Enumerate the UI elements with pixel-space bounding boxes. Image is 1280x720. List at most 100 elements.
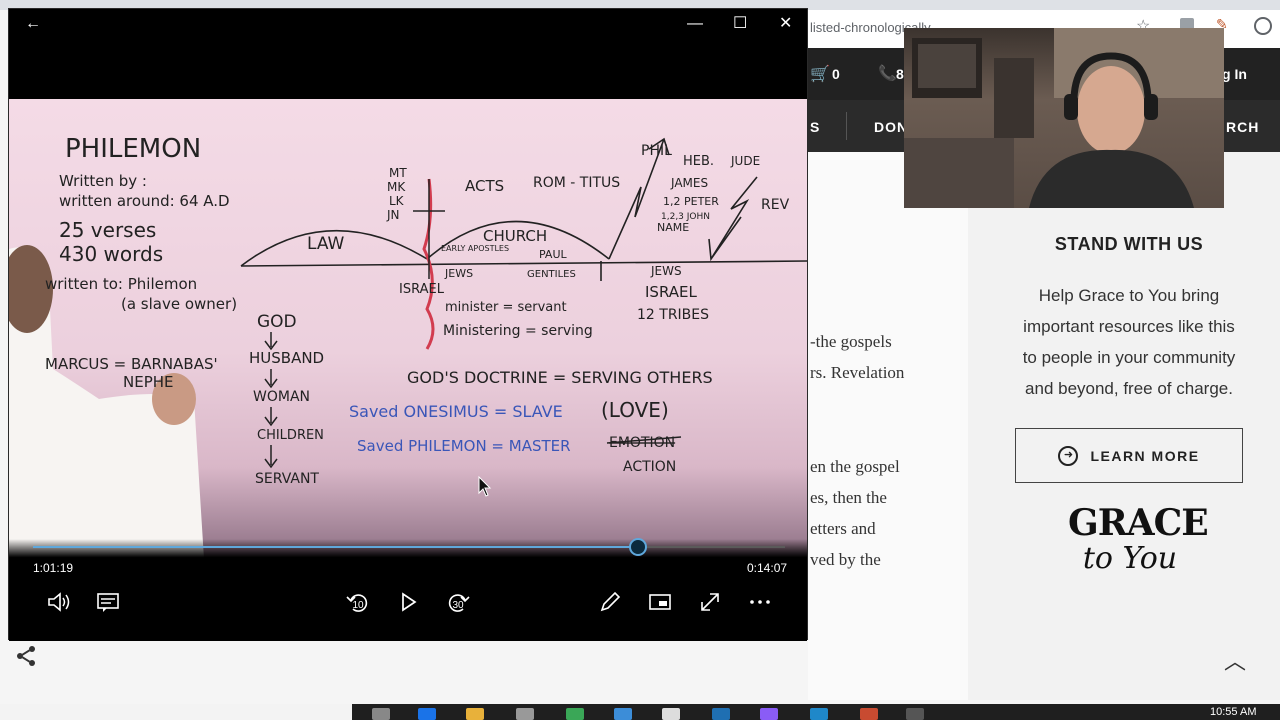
paul-label: PAUL xyxy=(539,248,568,261)
nav-divider xyxy=(846,112,847,140)
movies-tv-icon[interactable] xyxy=(906,708,924,720)
video-player-window: ← — ☐ ✕ PHILEMON Written by : written ar… xyxy=(8,8,808,641)
store-icon[interactable] xyxy=(516,708,534,720)
learn-more-button[interactable]: ➜ LEARN MORE xyxy=(1015,428,1243,483)
sidebar-text: important resources like this xyxy=(1023,317,1235,336)
action-label: ACTION xyxy=(623,459,676,475)
phone-number[interactable]: 8 xyxy=(896,66,904,82)
tribes-label: 12 TRIBES xyxy=(637,307,709,323)
cart-count[interactable]: 0 xyxy=(832,66,840,82)
skip-back-seconds: 10 xyxy=(352,600,364,611)
webcam-overlay xyxy=(904,28,1224,208)
phil-label: PHIL xyxy=(641,143,672,159)
fullscreen-icon[interactable] xyxy=(695,587,725,617)
board-note: MARCUS = BARNABAS' xyxy=(45,355,218,373)
taskbar-search-box[interactable] xyxy=(0,704,352,720)
love-label: (LOVE) xyxy=(601,398,669,422)
church-label: CHURCH xyxy=(483,227,547,245)
minister-note: Ministering = serving xyxy=(443,323,593,339)
mouse-cursor-icon xyxy=(478,476,492,497)
subtitles-icon[interactable] xyxy=(93,587,123,617)
edge-icon[interactable] xyxy=(418,708,436,720)
logo-wordmark-bottom: to You xyxy=(1082,541,1178,576)
chain-item: HUSBAND xyxy=(249,349,324,367)
skip-back-icon[interactable]: 10 xyxy=(343,587,373,617)
rev-label: REV xyxy=(761,197,790,213)
chain-item: SERVANT xyxy=(255,471,319,487)
share-icon[interactable] xyxy=(14,644,38,668)
rom-titus-label: ROM - TITUS xyxy=(533,175,620,191)
more-options-icon[interactable] xyxy=(745,587,775,617)
app-icon[interactable] xyxy=(810,708,828,720)
article-text: rs. Revelation xyxy=(810,363,905,382)
app-icon[interactable] xyxy=(662,708,680,720)
logo-wordmark-top: GRACE xyxy=(1068,502,1209,544)
video-frame[interactable]: PHILEMON Written by : written around: 64… xyxy=(9,99,807,559)
sidebar-text: to people in your community xyxy=(1022,348,1236,367)
nav-item-search[interactable]: RCH xyxy=(1226,119,1259,135)
timeline-lines xyxy=(240,137,807,281)
sidebar-text: and beyond, free of charge. xyxy=(1025,379,1233,398)
acts-label: ACTS xyxy=(465,177,504,195)
board-note: 25 verses xyxy=(59,218,156,242)
article-text: -the gospels xyxy=(810,332,892,351)
gospel-label: JN xyxy=(386,208,400,222)
heb-label: HEB. xyxy=(683,154,714,169)
nav-item-resources[interactable]: S xyxy=(810,119,820,135)
task-view-icon[interactable] xyxy=(372,708,390,720)
app-icon[interactable] xyxy=(860,708,878,720)
board-note: Written by : xyxy=(59,172,147,190)
mini-view-icon[interactable] xyxy=(645,587,675,617)
article-text: etters and xyxy=(810,519,876,538)
skip-forward-icon[interactable]: 30 xyxy=(443,587,473,617)
board-note: (a slave owner) xyxy=(121,295,237,313)
peter-label: 1,2 PETER xyxy=(663,195,719,208)
arrow-circle-icon: ➜ xyxy=(1058,445,1079,466)
app-icon[interactable] xyxy=(712,708,730,720)
time-elapsed: 1:01:19 xyxy=(33,561,74,575)
play-icon[interactable] xyxy=(393,587,423,617)
minimize-icon[interactable]: — xyxy=(687,13,703,35)
board-note: written to: Philemon xyxy=(45,275,197,293)
pen-icon[interactable] xyxy=(595,587,625,617)
grace-to-you-logo[interactable]: GRACE to You xyxy=(1068,502,1209,576)
skip-forward-seconds: 30 xyxy=(452,600,464,611)
jude-label: JUDE xyxy=(730,154,760,168)
maximize-icon[interactable]: ☐ xyxy=(733,13,747,35)
nav-item-donate[interactable]: DON xyxy=(874,119,908,135)
gentiles-label: GENTILES xyxy=(527,269,576,280)
chain-item: CHILDREN xyxy=(257,428,324,443)
chain-item: GOD xyxy=(257,312,297,332)
chrome-icon[interactable] xyxy=(566,708,584,720)
israel-label: ISRAEL xyxy=(399,282,445,297)
board-note: written around: 64 A.D xyxy=(59,192,230,210)
time-remaining: 0:14:07 xyxy=(747,561,788,575)
profile-icon[interactable] xyxy=(1254,17,1272,35)
name-label: NAME xyxy=(657,221,689,234)
article-body xyxy=(808,152,968,700)
early-apostles-label: EARLY APOSTLES xyxy=(441,244,509,253)
file-explorer-icon[interactable] xyxy=(466,708,484,720)
taskbar-clock[interactable]: 10:55 AM xyxy=(1210,706,1256,718)
article-text: es, then the xyxy=(810,488,887,507)
emotion-label: EMOTION xyxy=(609,435,675,451)
app-icon[interactable] xyxy=(614,708,632,720)
board-note: NEPHE xyxy=(123,373,174,391)
seek-progress xyxy=(33,546,639,548)
player-title-bar: ← — ☐ ✕ xyxy=(9,9,807,39)
phone-icon[interactable]: 📞 xyxy=(878,64,897,82)
volume-icon[interactable] xyxy=(43,587,73,617)
back-arrow-icon[interactable]: ← xyxy=(25,13,41,35)
philemon-line: Saved PHILEMON = MASTER xyxy=(357,437,571,455)
chain-item: WOMAN xyxy=(253,389,310,405)
scroll-to-top-icon[interactable]: ︿ xyxy=(1224,644,1246,676)
app-icon[interactable] xyxy=(760,708,778,720)
israel-right-label: ISRAEL xyxy=(645,283,697,301)
cart-icon[interactable]: 🛒 xyxy=(810,64,830,84)
whiteboard: PHILEMON Written by : written around: 64… xyxy=(9,134,807,559)
board-title: PHILEMON xyxy=(65,134,201,164)
sidebar-title: STAND WITH US xyxy=(1054,234,1204,254)
login-link[interactable]: g In xyxy=(1222,66,1247,82)
close-icon[interactable]: ✕ xyxy=(779,13,792,35)
gospel-label: MT xyxy=(389,166,407,180)
